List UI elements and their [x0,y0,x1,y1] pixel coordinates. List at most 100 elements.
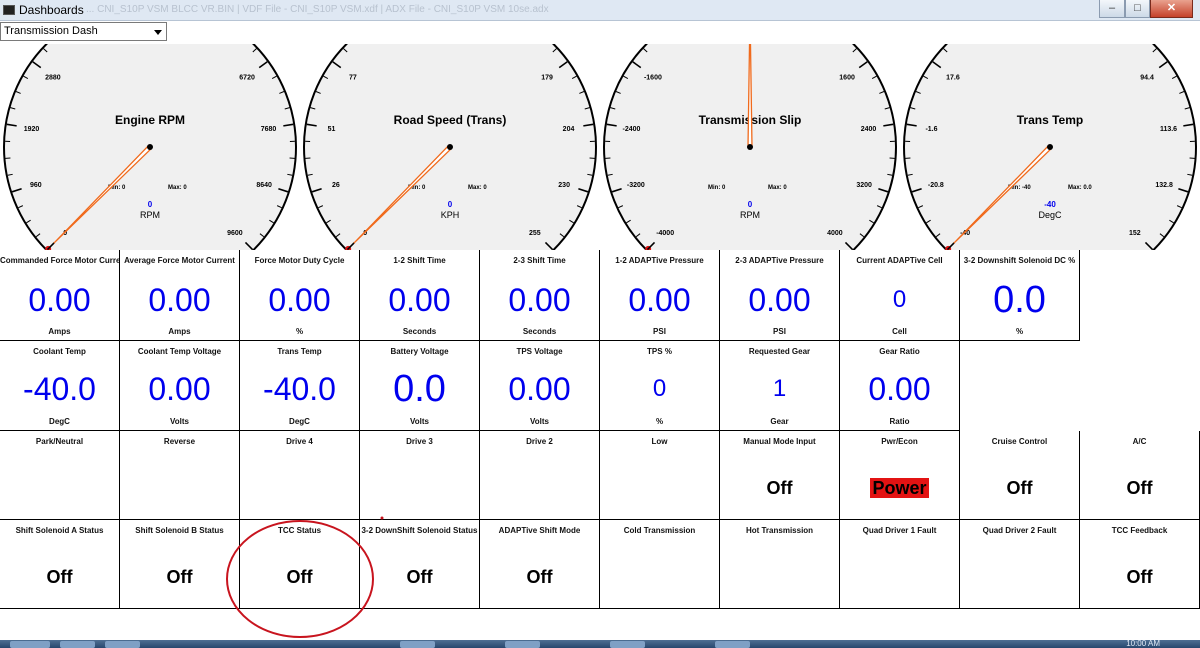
cell-value: 0.00 [28,282,91,318]
cell-unit: DegC [289,417,310,426]
tick-label: -800 [689,44,703,45]
close-button[interactable]: ✕ [1150,0,1193,18]
readout-cell: TCC Status Off [240,520,360,609]
cell-value: 0.00 [508,282,571,318]
readout-cell: A/C Off [1080,431,1200,520]
status-text: Off [166,567,193,587]
taskbar-item[interactable] [400,641,435,648]
cell-unit: Cell [892,327,907,336]
readout-cell: 3-2 DownShift Solenoid Status Off [360,520,480,609]
gauge-hub [447,144,453,150]
cell-unit: % [1015,327,1024,336]
cell-label: Average Force Motor Current [124,256,235,265]
cell-label: ADAPTive Shift Mode [498,526,581,535]
cell-label: 3-2 DownShift Solenoid Status [361,526,478,535]
tick-label: 3840 [88,44,104,45]
cell-unit: DegC [49,417,70,426]
cell-unit: PSI [773,327,786,336]
cell-label: 2-3 ADAPTive Pressure [735,256,824,265]
tick-label: 2400 [861,126,877,133]
gauge-unit: RPM [740,210,760,220]
cell-unit: % [295,327,304,336]
readout-cell: Average Force Motor Current 0.00 Amps [120,250,240,341]
readout-cell: TPS Voltage 0.00 Volts [480,341,600,431]
chevron-down-icon[interactable] [154,30,162,35]
tick-label: 152 [1129,230,1141,237]
cell-label: Coolant Temp Voltage [137,347,222,356]
gauge-3: -4000 -3200 -2400 -1600 -800 0 800 1600 2400 3200… [603,44,897,250]
readout-cell: 2-3 ADAPTive Pressure 0.00 PSI [720,250,840,341]
tick-label: -2400 [623,126,641,133]
tick-label: 5760 [197,44,213,45]
tick-label: 179 [541,74,553,81]
cell-unit: % [655,417,664,426]
tick-label: 9600 [227,230,243,237]
tick-label: 77 [349,74,357,81]
readout-cell: Coolant Temp Voltage 0.00 Volts [120,341,240,431]
cell-label: Drive 2 [526,437,553,446]
taskbar-item[interactable] [105,641,140,648]
tick-label: 230 [558,182,570,189]
status-text: Off [46,567,73,587]
cell-label: Drive 4 [286,437,313,446]
window-subtitle: ... CNI_S10P VSM BLCC VR.BIN | VDF File … [86,4,549,15]
tick-label: 1600 [839,74,855,81]
cell-label: Shift Solenoid B Status [135,526,224,535]
cell-label: 1-2 ADAPTive Pressure [615,256,704,265]
maximize-button[interactable]: □ [1125,0,1150,18]
taskbar-item[interactable] [60,641,95,648]
cell-value: 0.00 [268,282,331,318]
cell-value: 1 [772,375,787,402]
cell-label: TPS Voltage [516,347,563,356]
cell-label: Drive 3 [406,437,433,446]
gauge-1: 0960192028803840480057606720768086409600… [3,44,297,250]
tick-label: 7680 [261,126,277,133]
taskbar-item[interactable] [610,641,645,648]
tick-label: 800 [799,44,811,45]
readout-cell: Commanded Force Motor Current 0.00 Amps [0,250,120,341]
tick-label: 6720 [239,74,255,81]
tick-label: 4000 [827,230,843,237]
taskbar-item[interactable] [715,641,750,648]
readout-cell: Battery Voltage 0.0 Volts [360,341,480,431]
tick-label: 51 [328,126,336,133]
taskbar-start[interactable] [10,641,50,648]
tick-label: 2880 [45,74,61,81]
cell-label: 1-2 Shift Time [393,256,446,265]
cell-label: Requested Gear [748,347,811,356]
readout-cell: Current ADAPTive Cell 0 Cell [840,250,960,341]
cell-status: Off [720,478,839,499]
cell-label: Park/Neutral [35,437,84,446]
gauge-value: 0 [148,200,153,209]
tick-label: 153 [499,44,511,45]
gauge-max-label: Max: 0.0 [1068,185,1092,191]
readout-grid: Commanded Force Motor Current 0.00 Amps Ave… [0,250,1200,640]
tick-label: 204 [563,126,575,133]
minimize-button[interactable]: – [1099,0,1125,18]
status-text: Off [526,567,553,587]
cell-label: Low [651,437,668,446]
cell-label: TCC Feedback [1111,526,1168,535]
readout-cell: TCC Feedback Off [1080,520,1200,609]
gauge-value: -40 [1044,200,1056,209]
gauge-unit: DegC [1038,210,1062,220]
tick-label: -1.6 [925,126,937,133]
tick-label: 17.6 [946,74,960,81]
cell-label: Reverse [163,437,196,446]
tick-label: 255 [529,230,541,237]
tick-label: -3200 [627,182,645,189]
tick-label: 36.8 [989,44,1003,45]
cell-status: Off [1080,567,1199,588]
readout-cell: 1-2 Shift Time 0.00 Seconds [360,250,480,341]
gauge-4: -40-20.8-1.617.636.85675.294.4113.6132.8… [903,44,1197,250]
cell-unit: Amps [168,327,191,336]
taskbar-item[interactable] [505,641,540,648]
cell-unit: Gear [770,417,789,426]
readout-cell: 3-2 Downshift Solenoid DC % 0.0% [960,250,1080,341]
dashboard-select[interactable]: Transmission Dash [0,22,167,41]
gauge-max-label: Max: 0 [168,185,187,191]
cell-value: 0.00 [388,282,451,318]
cell-label: Quad Driver 2 Fault [982,526,1057,535]
cell-label: Trans Temp [277,347,322,356]
cell-value: -40.0 [263,371,336,407]
